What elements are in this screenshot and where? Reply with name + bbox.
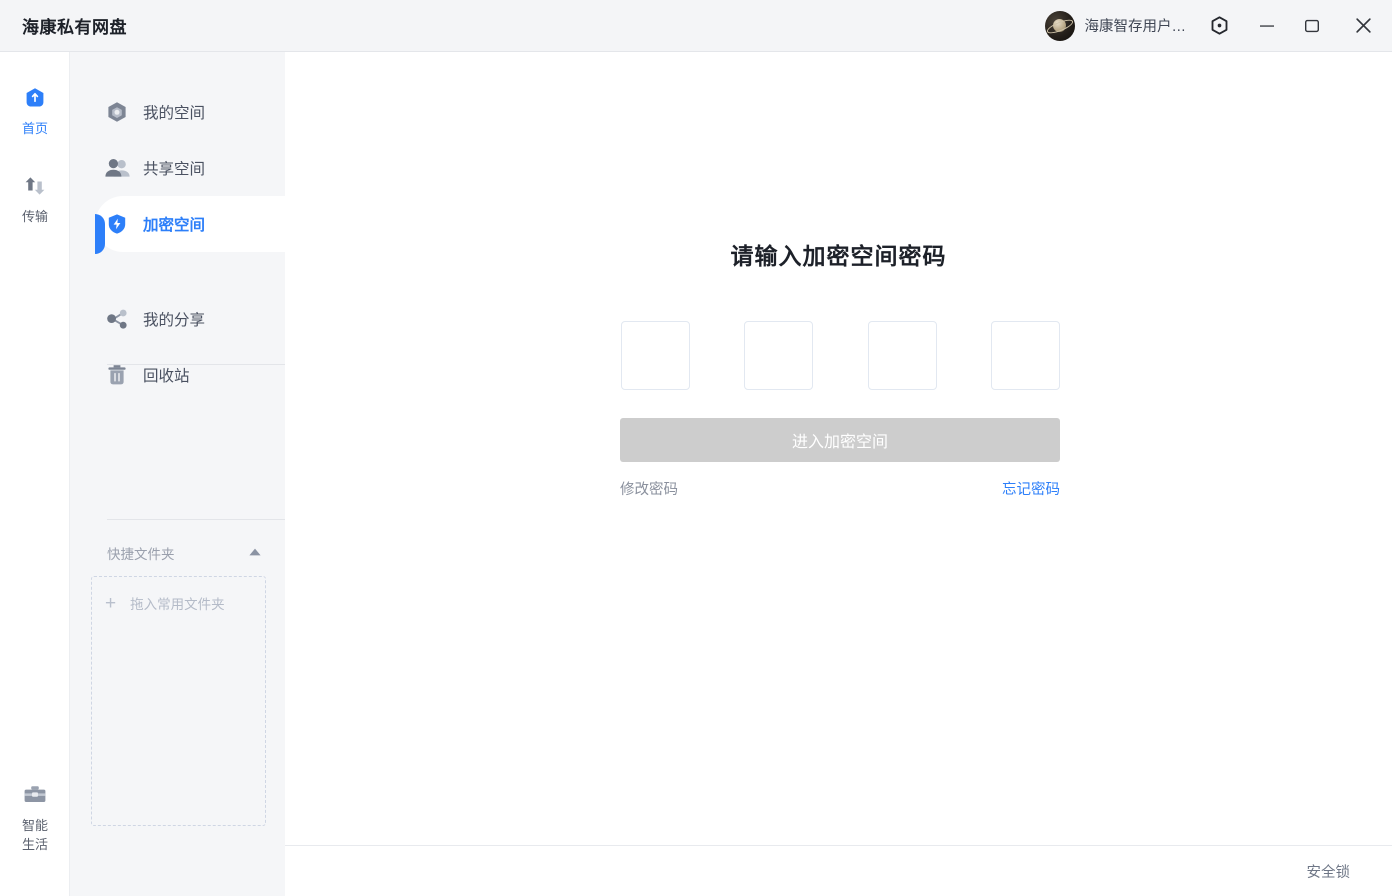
planet-avatar-icon xyxy=(1044,10,1075,41)
sidebar-item-recycle-bin-label: 回收站 xyxy=(143,368,190,385)
sidebar-item-recycle-bin[interactable]: 回收站 xyxy=(95,347,285,403)
shield-lock-icon xyxy=(104,211,130,237)
minimize-button[interactable] xyxy=(1244,0,1289,52)
password-links: 修改密码 忘记密码 xyxy=(620,478,1060,499)
share-nodes-icon xyxy=(104,306,130,332)
pin-digit-3[interactable] xyxy=(867,321,937,390)
security-lock-status[interactable]: 安全锁 xyxy=(1307,861,1351,882)
sidebar-item-my-space-label: 我的空间 xyxy=(143,105,206,122)
user-name-label: 海康智存用户… xyxy=(1084,19,1187,35)
dropzone-hint-text: 拖入常用文件夹 xyxy=(130,597,225,612)
rail-item-smart-life-label: 智能 生活 xyxy=(21,818,48,852)
app-window: 海康私有网盘 海康智存用户… 首页 传输 智能 生活 我的空间 共享空间 加密空… xyxy=(0,0,1392,896)
sidebar-group-tools: 我的分享 回收站 xyxy=(70,291,285,403)
rail-item-transfer-label: 传输 xyxy=(21,209,48,224)
transfer-arrows-icon xyxy=(22,173,48,199)
cube-icon xyxy=(104,99,130,125)
sidebar-item-my-space[interactable]: 我的空间 xyxy=(95,84,285,140)
sidebar: 我的空间 共享空间 加密空间 我的分享 回收站 快捷文件夹 + 拖入常用文件夹 xyxy=(70,52,322,896)
user-account-chip[interactable]: 海康智存用户… xyxy=(1037,0,1195,51)
sidebar-item-encrypted-space[interactable]: 加密空间 xyxy=(95,196,285,254)
sidebar-group-spaces: 我的空间 共享空间 加密空间 xyxy=(70,84,285,254)
rail-item-home-label: 首页 xyxy=(21,121,48,136)
hex-gear-icon[interactable] xyxy=(1194,0,1244,52)
change-password-link[interactable]: 修改密码 xyxy=(620,478,678,499)
title-bar: 海康私有网盘 海康智存用户… xyxy=(0,0,1392,52)
page-title: 请输入加密空间密码 xyxy=(730,243,947,269)
sidebar-item-shared-space-label: 共享空间 xyxy=(143,161,206,178)
forgot-password-link[interactable]: 忘记密码 xyxy=(1002,478,1060,499)
pin-digit-4[interactable] xyxy=(990,321,1060,390)
sidebar-item-my-shares-label: 我的分享 xyxy=(143,312,206,329)
rail-item-home[interactable]: 首页 xyxy=(0,85,70,138)
rail-item-smart-life[interactable]: 智能 生活 xyxy=(0,782,70,854)
chevron-up-icon[interactable] xyxy=(248,544,262,562)
status-bar: 安全锁 xyxy=(285,845,1392,896)
close-button[interactable] xyxy=(1334,0,1392,52)
sidebar-item-encrypted-space-label: 加密空间 xyxy=(143,217,206,234)
icon-rail: 首页 传输 智能 生活 xyxy=(0,52,70,896)
home-shield-icon xyxy=(23,85,47,111)
trash-icon xyxy=(104,362,130,388)
pin-digit-1[interactable] xyxy=(621,321,690,390)
app-title: 海康私有网盘 xyxy=(22,18,127,37)
add-plus-icon: + xyxy=(105,592,117,614)
sidebar-item-shared-space[interactable]: 共享空间 xyxy=(95,140,285,196)
quick-folder-dropzone[interactable]: + 拖入常用文件夹 xyxy=(91,576,266,826)
active-tab-indicator xyxy=(95,214,105,254)
sidebar-item-my-shares[interactable]: 我的分享 xyxy=(95,291,285,347)
rail-item-transfer[interactable]: 传输 xyxy=(0,173,70,226)
quick-folder-title: 快捷文件夹 xyxy=(107,547,175,562)
pin-input-group xyxy=(621,321,1060,390)
main-content: 请输入加密空间密码 进入加密空间 修改密码 忘记密码 xyxy=(285,52,1392,844)
enter-encrypted-space-button[interactable]: 进入加密空间 xyxy=(620,418,1060,462)
pin-digit-2[interactable] xyxy=(744,321,814,390)
maximize-button[interactable] xyxy=(1289,0,1334,52)
titlebar-controls: 海康智存用户… xyxy=(1037,0,1392,51)
people-icon xyxy=(104,155,130,181)
quick-folder-header[interactable]: 快捷文件夹 xyxy=(107,538,262,568)
toolbox-icon xyxy=(22,782,48,808)
